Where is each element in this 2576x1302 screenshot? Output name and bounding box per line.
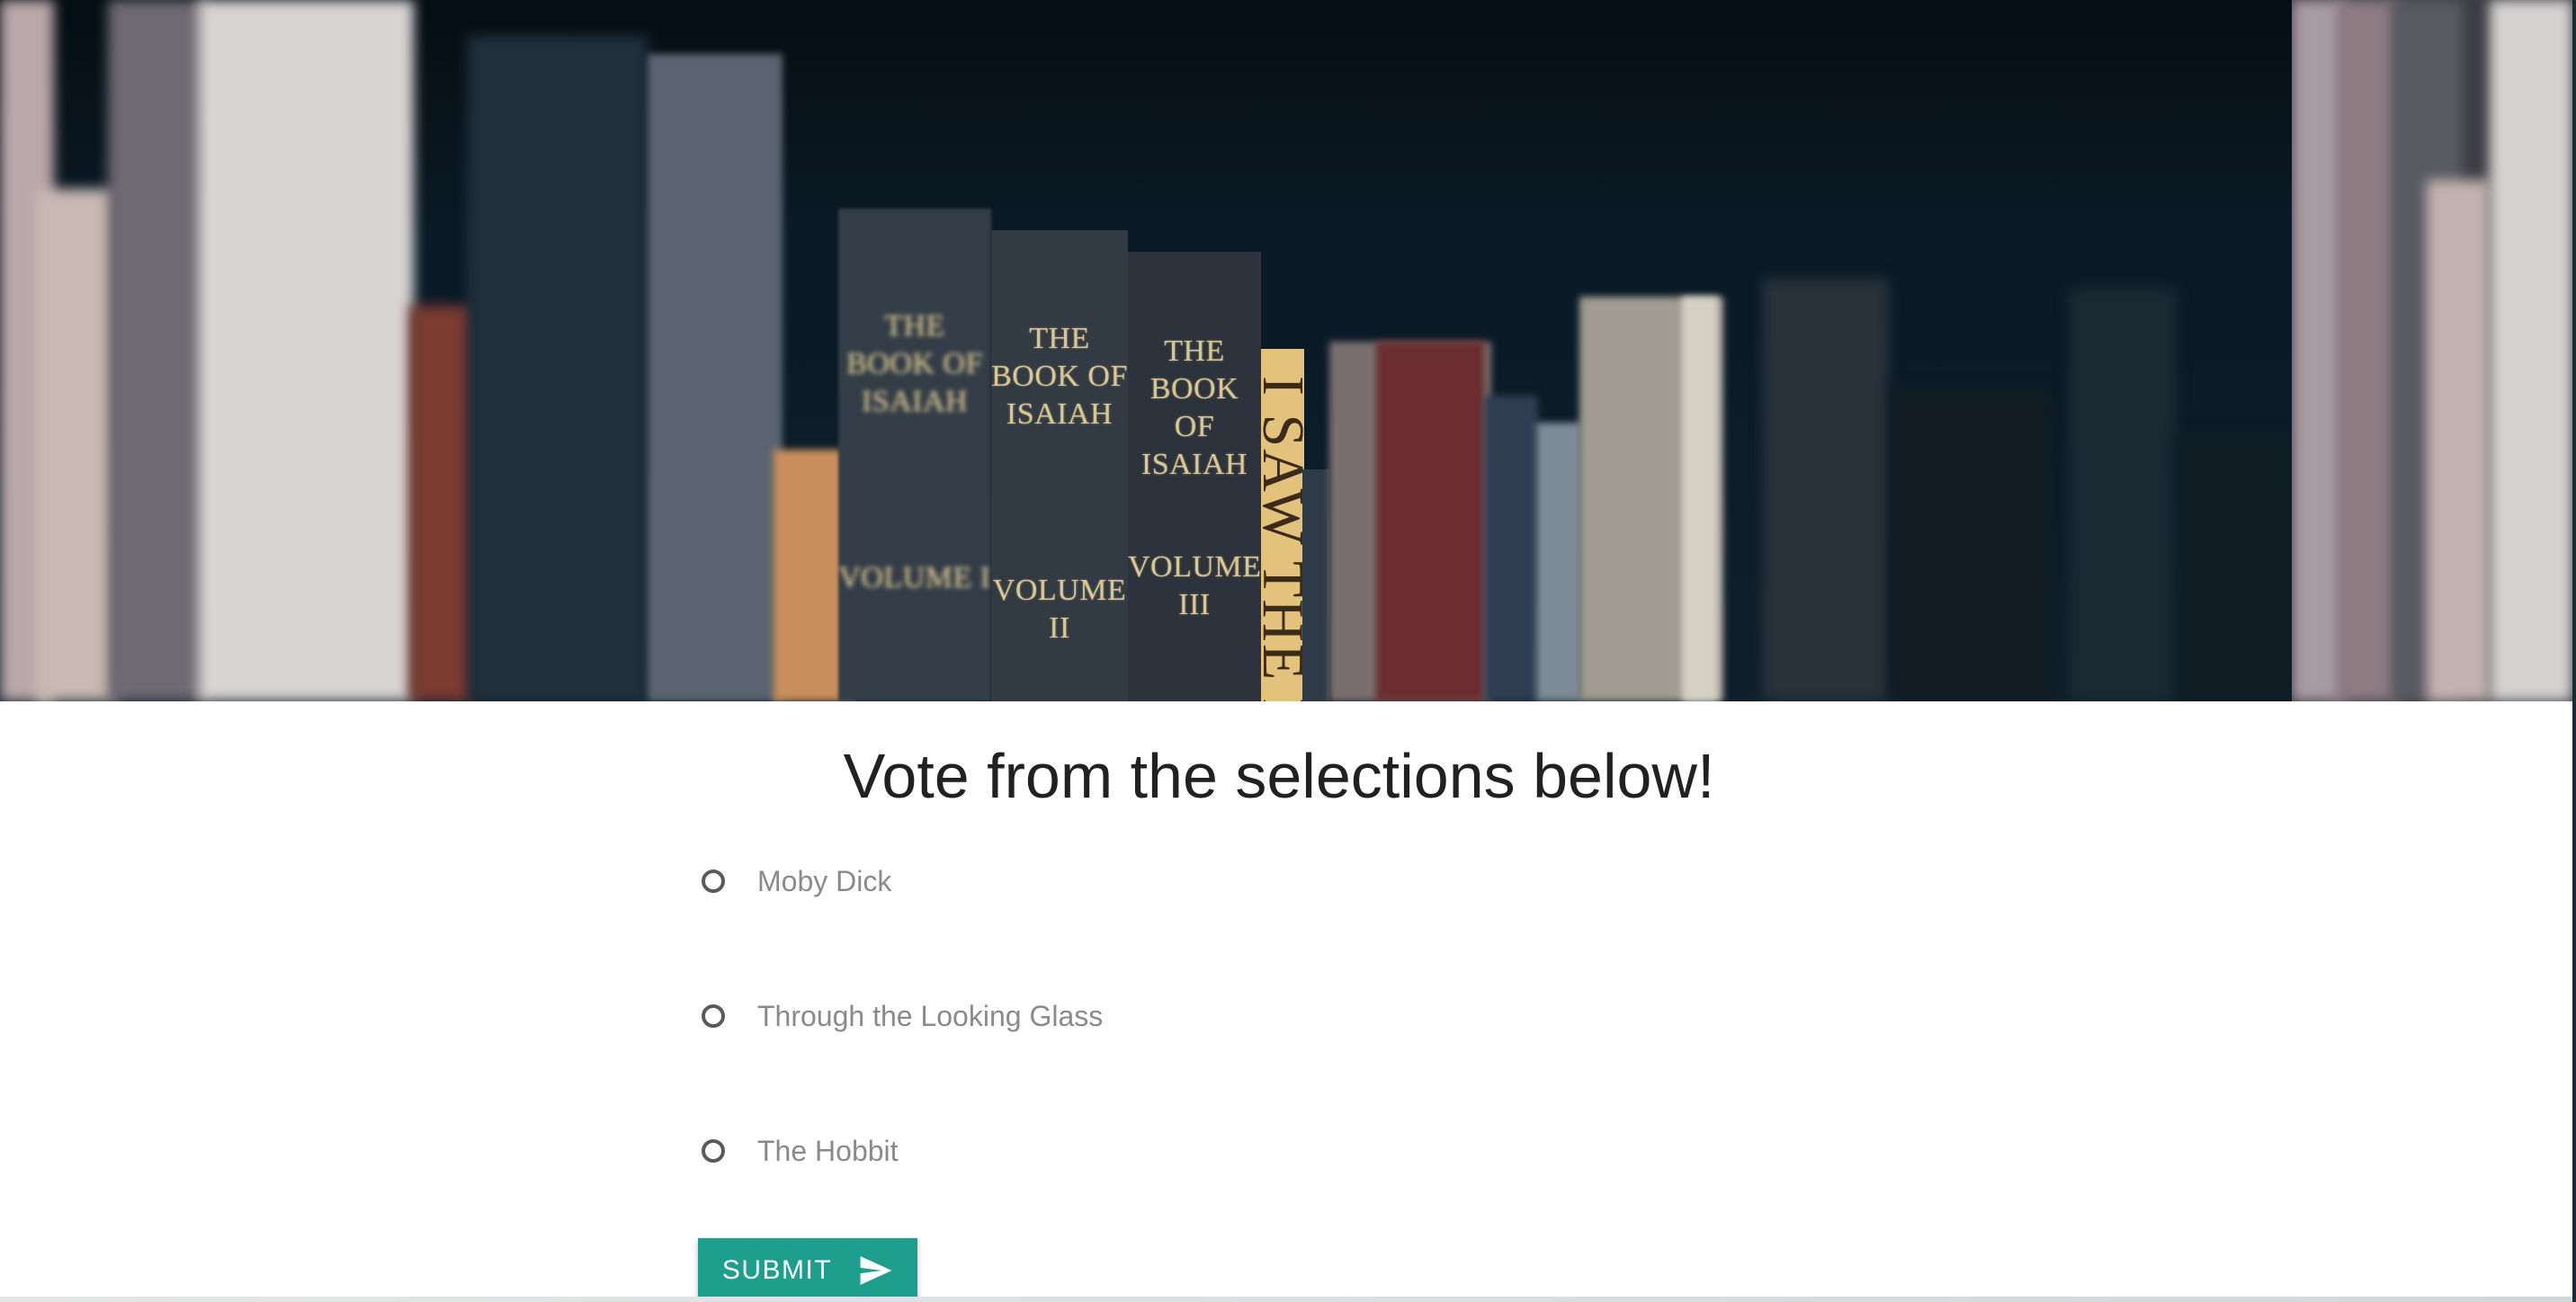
book-spine: [1536, 423, 1581, 701]
book-spine: [468, 36, 648, 701]
book-spine: [1302, 469, 1329, 701]
book-spine: [198, 0, 414, 701]
book-spine: [108, 0, 207, 701]
spine-volume: VOLUME III: [1128, 550, 1262, 621]
spine-volume: VOLUME I: [838, 561, 991, 594]
option-the-hobbit[interactable]: The Hobbit: [702, 1124, 899, 1178]
submit-button[interactable]: SUBMIT: [698, 1238, 917, 1302]
book-spine: [648, 54, 783, 701]
submit-label: SUBMIT: [721, 1254, 833, 1285]
book-spine: [2069, 288, 2177, 701]
book-spine: [1484, 396, 1538, 701]
book-spine: [2177, 432, 2292, 701]
option-label: Through the Looking Glass: [757, 999, 1104, 1032]
option-label: The Hobbit: [757, 1134, 899, 1167]
book-spine-isaiah-1: THE BOOK OF ISAIAH VOLUME I: [838, 209, 991, 701]
radio-button[interactable]: [702, 869, 725, 893]
window-edge: [2572, 0, 2576, 1302]
hero-right-panel: [2292, 0, 2572, 701]
option-label: Moby Dick: [757, 864, 892, 897]
book-spine-isaiah-2: THE BOOK OF ISAIAH VOLUME II: [991, 230, 1128, 701]
spine-title: I SAW THE L: [1261, 376, 1304, 701]
radio-button[interactable]: [702, 1004, 725, 1028]
option-moby-dick[interactable]: Moby Dick: [702, 854, 891, 908]
radio-button[interactable]: [702, 1139, 725, 1163]
book-spine: [1682, 297, 1718, 701]
book-spine: [2427, 180, 2490, 701]
book-spine: [1889, 387, 2051, 701]
footer-line: [0, 1297, 2576, 1302]
spine-title: THE BOOK OF ISAIAH: [1140, 334, 1248, 481]
spine-title: THE BOOK OF ISAIAH: [991, 322, 1128, 431]
hero-banner: THE BOOK OF ISAIAH VOLUME I THE BOOK OF …: [0, 0, 2572, 701]
book-spine-isaiah-3: THE BOOK OF ISAIAH VOLUME III: [1128, 252, 1261, 701]
book-spine: [409, 306, 472, 701]
book-spine: [2490, 0, 2572, 701]
option-through-the-looking-glass[interactable]: Through the Looking Glass: [702, 989, 1103, 1043]
book-spine: [36, 189, 117, 701]
spine-title: THE BOOK OF ISAIAH: [846, 309, 983, 418]
book-spine: [1763, 279, 1889, 701]
page-title: Vote from the selections below!: [843, 741, 1715, 811]
book-spine-i-saw: I SAW THE L: [1261, 349, 1304, 701]
book-spine: [1376, 342, 1484, 701]
spine-volume: VOLUME II: [992, 574, 1127, 645]
send-icon: [860, 1255, 892, 1285]
